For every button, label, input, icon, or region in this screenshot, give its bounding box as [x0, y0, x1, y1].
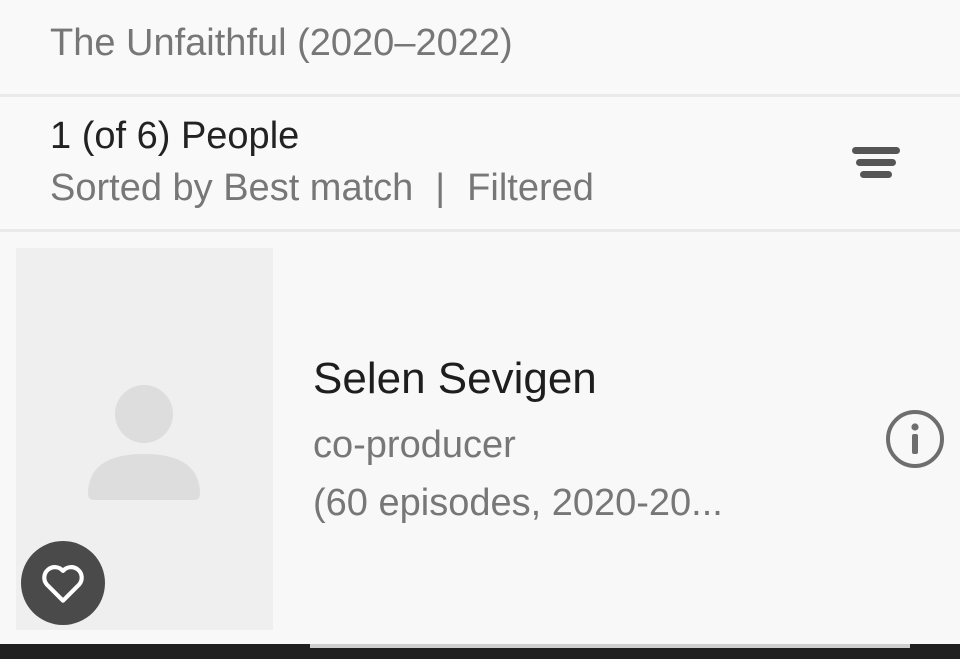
separator: | — [435, 167, 446, 209]
show-title: The Unfaithful (2020–2022) — [50, 22, 513, 64]
favorite-button[interactable] — [21, 541, 105, 625]
sort-filter-line: Sorted by Best match | Filtered — [50, 167, 594, 210]
next-result-edge — [310, 644, 910, 648]
person-episodes: (60 episodes, 2020-20... — [313, 482, 723, 524]
heart-outline-icon — [42, 565, 84, 603]
info-icon — [886, 410, 944, 468]
sort-lines-icon — [852, 147, 900, 178]
results-header: 1 (of 6) People Sorted by Best match | Fil… — [0, 97, 960, 232]
sort-filter-button[interactable] — [846, 139, 906, 187]
info-button[interactable] — [884, 408, 946, 470]
person-role: co-producer — [313, 424, 516, 466]
filter-label: Filtered — [467, 167, 594, 209]
next-result-preview — [0, 644, 960, 659]
person-card[interactable]: Selen Sevigen co-producer (60 episodes, … — [0, 232, 960, 644]
person-placeholder-icon — [88, 385, 200, 500]
sort-label: Sorted by Best match — [50, 167, 414, 209]
results-count: 1 (of 6) People — [50, 115, 300, 157]
person-name[interactable]: Selen Sevigen — [313, 354, 597, 404]
title-bar: The Unfaithful (2020–2022) — [0, 0, 960, 97]
